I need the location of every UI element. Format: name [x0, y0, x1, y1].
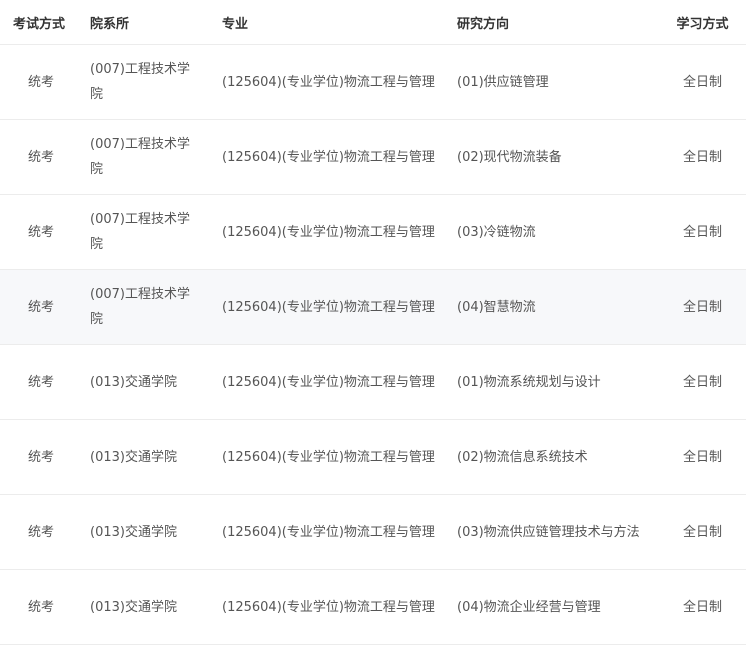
cell-exam-mode: 统考 — [0, 269, 82, 345]
cell-major: (125604)(专业学位)物流工程与管理 — [214, 269, 449, 345]
cell-exam-mode: 统考 — [0, 494, 82, 570]
cell-study-mode: 全日制 — [659, 344, 746, 420]
header-study-mode: 学习方式 — [659, 0, 746, 45]
header-major: 专业 — [214, 0, 449, 45]
cell-department: (013)交通学院 — [82, 344, 214, 420]
cell-direction: (03)冷链物流 — [449, 194, 659, 270]
cell-study-mode: 全日制 — [659, 494, 746, 570]
table-row: 统考 (013)交通学院 (125604)(专业学位)物流工程与管理 (02)物… — [0, 419, 746, 495]
cell-major: (125604)(专业学位)物流工程与管理 — [214, 569, 449, 645]
cell-department: (013)交通学院 — [82, 494, 214, 570]
cell-major: (125604)(专业学位)物流工程与管理 — [214, 419, 449, 495]
table-row: 统考 (007)工程技术学院 (125604)(专业学位)物流工程与管理 (03… — [0, 194, 746, 270]
cell-major: (125604)(专业学位)物流工程与管理 — [214, 119, 449, 195]
cell-direction: (02)现代物流装备 — [449, 119, 659, 195]
cell-department: (007)工程技术学院 — [82, 194, 214, 270]
program-table-container: 考试方式 院系所 专业 研究方向 学习方式 统考 (007)工程技术学院 (12… — [0, 0, 746, 645]
cell-department: (007)工程技术学院 — [82, 119, 214, 195]
cell-study-mode: 全日制 — [659, 419, 746, 495]
cell-exam-mode: 统考 — [0, 44, 82, 120]
table-row: 统考 (013)交通学院 (125604)(专业学位)物流工程与管理 (03)物… — [0, 494, 746, 570]
table-row: 统考 (007)工程技术学院 (125604)(专业学位)物流工程与管理 (01… — [0, 44, 746, 120]
cell-direction: (02)物流信息系统技术 — [449, 419, 659, 495]
cell-exam-mode: 统考 — [0, 569, 82, 645]
cell-study-mode: 全日制 — [659, 119, 746, 195]
cell-direction: (01)物流系统规划与设计 — [449, 344, 659, 420]
table-header: 考试方式 院系所 专业 研究方向 学习方式 — [0, 0, 746, 45]
table-body: 统考 (007)工程技术学院 (125604)(专业学位)物流工程与管理 (01… — [0, 44, 746, 645]
cell-study-mode: 全日制 — [659, 194, 746, 270]
cell-study-mode: 全日制 — [659, 269, 746, 345]
cell-exam-mode: 统考 — [0, 419, 82, 495]
cell-study-mode: 全日制 — [659, 569, 746, 645]
cell-exam-mode: 统考 — [0, 194, 82, 270]
table-row: 统考 (013)交通学院 (125604)(专业学位)物流工程与管理 (04)物… — [0, 569, 746, 645]
cell-major: (125604)(专业学位)物流工程与管理 — [214, 194, 449, 270]
table-row: 统考 (013)交通学院 (125604)(专业学位)物流工程与管理 (01)物… — [0, 344, 746, 420]
cell-exam-mode: 统考 — [0, 119, 82, 195]
cell-direction: (03)物流供应链管理技术与方法 — [449, 494, 659, 570]
table-row: 统考 (007)工程技术学院 (125604)(专业学位)物流工程与管理 (02… — [0, 119, 746, 195]
cell-department: (013)交通学院 — [82, 419, 214, 495]
header-direction: 研究方向 — [449, 0, 659, 45]
header-department: 院系所 — [82, 0, 214, 45]
cell-direction: (04)智慧物流 — [449, 269, 659, 345]
header-row: 考试方式 院系所 专业 研究方向 学习方式 — [0, 0, 746, 45]
cell-major: (125604)(专业学位)物流工程与管理 — [214, 44, 449, 120]
cell-major: (125604)(专业学位)物流工程与管理 — [214, 344, 449, 420]
cell-department: (007)工程技术学院 — [82, 269, 214, 345]
table-row: 统考 (007)工程技术学院 (125604)(专业学位)物流工程与管理 (04… — [0, 269, 746, 345]
cell-major: (125604)(专业学位)物流工程与管理 — [214, 494, 449, 570]
cell-exam-mode: 统考 — [0, 344, 82, 420]
cell-department: (007)工程技术学院 — [82, 44, 214, 120]
cell-direction: (01)供应链管理 — [449, 44, 659, 120]
cell-direction: (04)物流企业经营与管理 — [449, 569, 659, 645]
header-exam-mode: 考试方式 — [0, 0, 82, 45]
program-table: 考试方式 院系所 专业 研究方向 学习方式 统考 (007)工程技术学院 (12… — [0, 0, 746, 645]
cell-department: (013)交通学院 — [82, 569, 214, 645]
cell-study-mode: 全日制 — [659, 44, 746, 120]
